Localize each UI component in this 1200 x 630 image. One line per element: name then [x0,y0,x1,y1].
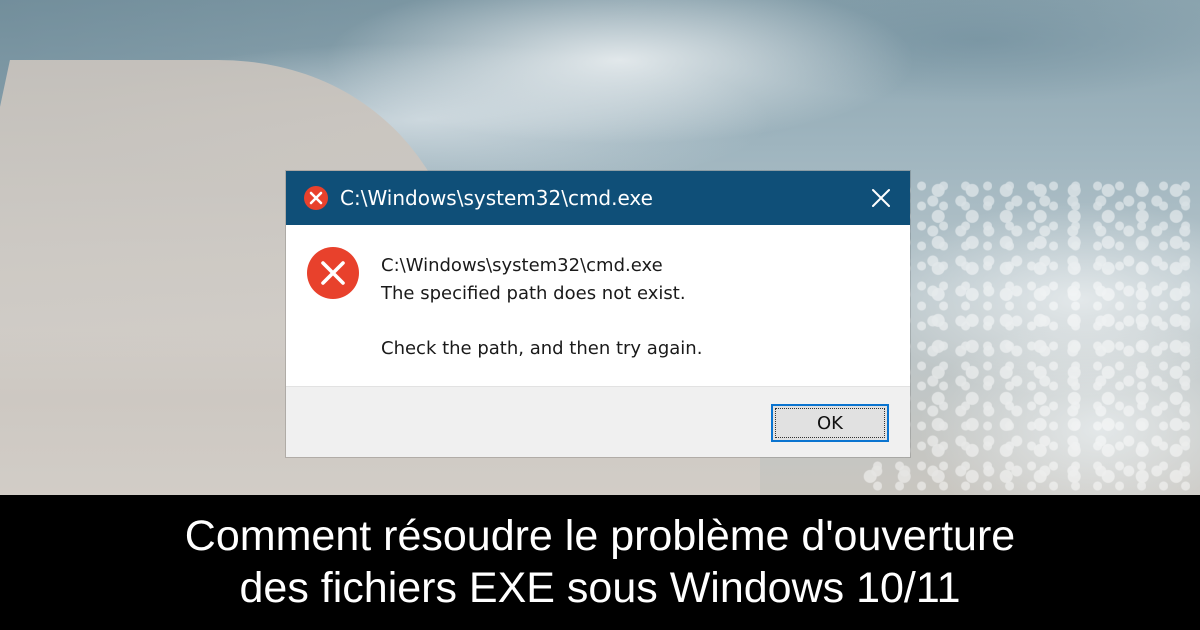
dialog-titlebar: C:\Windows\system32\cmd.exe [286,171,910,225]
close-icon [872,189,890,207]
ok-button[interactable]: OK [771,404,889,442]
error-dialog: C:\Windows\system32\cmd.exe C:\Windows\s… [286,171,910,457]
message-path: C:\Windows\system32\cmd.exe [381,255,663,276]
close-button[interactable] [860,177,902,219]
caption-line-2: des fichiers EXE sous Windows 10/11 [239,564,961,612]
caption-bar: Comment résoudre le problème d'ouverture… [0,495,1200,630]
dialog-content: C:\Windows\system32\cmd.exe The specifie… [286,225,910,386]
error-icon [306,246,360,300]
caption-line-1: Comment résoudre le problème d'ouverture [184,512,1016,560]
message-error: The specified path does not exist. [381,283,686,304]
sea-foam [860,180,1200,495]
error-icon [303,185,329,211]
dialog-footer: OK [286,386,910,457]
screenshot: C:\Windows\system32\cmd.exe C:\Windows\s… [0,0,1200,630]
dialog-title: C:\Windows\system32\cmd.exe [340,186,653,210]
message-hint: Check the path, and then try again. [381,338,703,359]
